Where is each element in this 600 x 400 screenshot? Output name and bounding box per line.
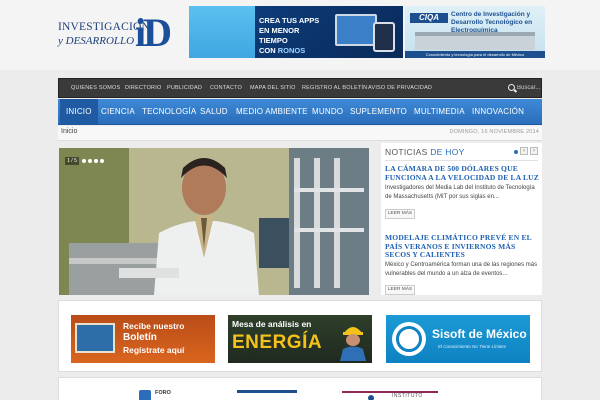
banner-energia-line2: ENERGÍA (232, 332, 323, 353)
partner-logos-row: FORO INSTITUTO (58, 377, 542, 400)
banner-boletin[interactable]: Recibe nuestro Boletín Regístrate aquí (71, 315, 215, 363)
slider-page-label: 1 / 5 (65, 157, 79, 165)
topnav-item-contacto[interactable]: CONTACTO (210, 79, 242, 97)
mainnav-item-tecnologia[interactable]: TECNOLOGÍA (142, 99, 196, 124)
featured-photo (59, 148, 369, 295)
divider (385, 160, 538, 161)
topnav-item-quienes-somos[interactable]: QUIENES SOMOS (71, 79, 120, 97)
center-logo: CIQA (410, 13, 448, 23)
news-headline[interactable]: LA CÁMARA DE 500 DÓLARES QUE FUNCIONA A … (385, 164, 540, 182)
main-nav: INICIO CIENCIA TECNOLOGÍA SALUD MEDIO AM… (58, 99, 542, 125)
prev-arrow-icon[interactable]: ‹ (520, 147, 528, 155)
banner-row: Recibe nuestro Boletín Regístrate aquí M… (58, 300, 542, 372)
mainnav-item-mundo[interactable]: MUNDO (312, 99, 343, 124)
breadcrumb-bar: Inicio DOMINGO, 16 NOVIEMBRE 2014 (58, 126, 542, 141)
banner-sisoft-name: Sisoft de México (432, 327, 527, 341)
mainnav-item-ciencia[interactable]: CIENCIA (101, 99, 135, 124)
slider-dot[interactable] (100, 159, 104, 163)
banner-boletin-line3: Regístrate aquí (123, 345, 185, 355)
banner-boletin-line2: Boletín (123, 332, 157, 343)
slider-dot[interactable] (82, 159, 86, 163)
tablet-graphic (373, 22, 395, 52)
breadcrumb[interactable]: Inicio (61, 128, 77, 135)
news-headline[interactable]: MODELAJE CLIMÁTICO PREVÉ EN EL PAÍS VERA… (385, 233, 540, 260)
slider-dot[interactable] (94, 159, 98, 163)
partner-logo[interactable] (237, 390, 297, 400)
ad-banner-research-center[interactable]: CIQA Centro de Investigación y Desarroll… (405, 6, 545, 58)
banner-energia-line1: Mesa de análisis en (232, 319, 312, 329)
banner-energia[interactable]: Mesa de análisis en ENERGÍA (228, 315, 372, 363)
ad-banner-sky[interactable] (189, 6, 255, 58)
topnav-item-registro-boletin[interactable]: REGISTRO AL BOLETÍN (302, 79, 367, 97)
instituto-logo[interactable] (342, 391, 438, 400)
instituto-logo-icon (368, 395, 374, 400)
sisoft-logo-ring (396, 326, 422, 352)
foro-label: FORO (155, 390, 171, 396)
search-input[interactable] (517, 82, 541, 94)
banner-boletin-line1: Recibe nuestro (123, 321, 185, 331)
newsletter-graphic (75, 323, 115, 353)
logo-mark: iD (135, 10, 172, 55)
site-header: INVESTIGACION y DESARROLLO iD CREA TUS A… (0, 0, 600, 70)
site-logo[interactable]: INVESTIGACION y DESARROLLO iD (58, 10, 188, 62)
featured-slider[interactable]: 1 / 5 (59, 148, 369, 295)
next-arrow-icon[interactable]: › (530, 147, 538, 155)
news-panel: NOTICIAS DE HOY ‹ › LA CÁMARA DE 500 DÓL… (381, 143, 542, 295)
center-footer: Conocimiento y tecnología para el desarr… (405, 51, 545, 58)
top-nav: QUIENES SOMOS DIRECTORIO PUBLICIDAD CONT… (58, 78, 542, 98)
mainnav-item-suplemento[interactable]: SUPLEMENTO (350, 99, 407, 124)
mainnav-item-salud[interactable]: SALUD (200, 99, 228, 124)
news-summary: Investigadores del Media Lab del Institu… (385, 185, 535, 200)
banner-sisoft-tagline: El Conocimiento No Tiene Límites (438, 344, 506, 349)
topnav-item-directorio[interactable]: DIRECTORIO (125, 79, 161, 97)
slider-dot[interactable] (88, 159, 92, 163)
mainnav-item-medio-ambiente[interactable]: MEDIO AMBIENTE (236, 99, 308, 124)
topnav-item-publicidad[interactable]: PUBLICIDAD (167, 79, 202, 97)
building-graphic (415, 32, 535, 50)
read-more-button[interactable]: LEER MÁS (385, 209, 415, 219)
news-panel-title: NOTICIAS DE HOY (385, 147, 465, 157)
mainnav-item-innovacion[interactable]: INNOVACIÓN (472, 99, 524, 124)
monitor-graphic (335, 14, 377, 46)
mainnav-item-inicio[interactable]: INICIO (60, 99, 98, 124)
instituto-label: INSTITUTO (392, 393, 423, 399)
read-more-button[interactable]: LEER MÁS (385, 285, 415, 295)
ad-banner-apps[interactable]: CREA TUS APPS EN MENOR TIEMPO CON RONOS (255, 6, 403, 58)
search-icon[interactable] (508, 84, 515, 91)
foro-logo-icon[interactable] (139, 390, 151, 400)
worker-icon (340, 327, 366, 361)
topnav-item-mapa-del-sitio[interactable]: MAPA DEL SITIO (250, 79, 296, 97)
topnav-item-aviso-privacidad[interactable]: AVISO DE PRIVACIDAD (368, 79, 432, 97)
current-date: DOMINGO, 16 NOVIEMBRE 2014 (449, 129, 539, 135)
news-summary: México y Centroamérica forman una de las… (385, 262, 538, 277)
ad-apps-text: CREA TUS APPS EN MENOR TIEMPO CON RONOS (259, 16, 320, 55)
logo-text-line2: y DESARROLLO (58, 35, 135, 47)
banner-sisoft[interactable]: Sisoft de México El Conocimiento No Tien… (386, 315, 530, 363)
mainnav-item-multimedia[interactable]: MULTIMEDIA (414, 99, 465, 124)
news-dot[interactable] (514, 150, 518, 154)
